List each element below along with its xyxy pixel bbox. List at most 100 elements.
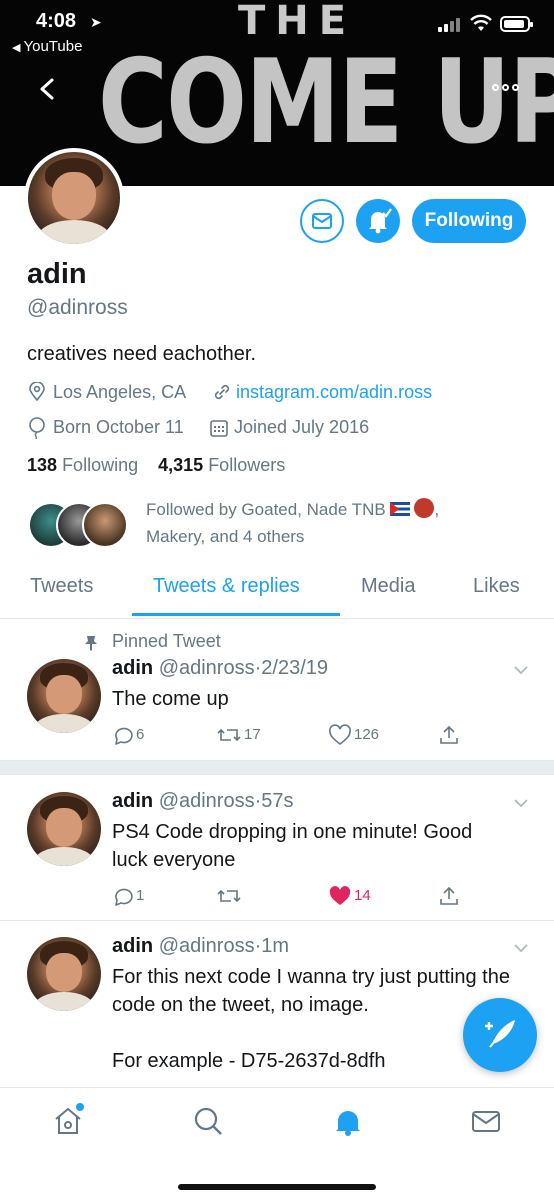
heart-icon (329, 724, 351, 746)
birthday-balloon-icon (29, 417, 45, 439)
location-pin-icon (29, 382, 45, 402)
following-link[interactable]: 138 Following (27, 455, 138, 475)
tweet-author-name: adin (112, 657, 154, 679)
followed-by-text[interactable]: Followed by Goated, Nade TNB , Makery, a… (146, 496, 496, 550)
notifications-icon[interactable] (332, 1105, 364, 1137)
tweet-item[interactable]: Pinned Tweet adin @adinross·2/23/19 The … (0, 619, 554, 760)
battery-icon (500, 16, 533, 32)
status-time: 4:08 (36, 10, 77, 32)
back-to-app-link[interactable]: ◀ YouTube (12, 38, 82, 55)
more-icon[interactable] (492, 78, 522, 98)
retweet-button[interactable] (216, 884, 244, 908)
tweet-actions: 1 14 (112, 884, 472, 908)
website-link-text[interactable]: instagram.com/adin.ross (236, 382, 432, 402)
tweet-author-handle: @adinross (158, 790, 255, 812)
back-app-label: YouTube (23, 38, 83, 55)
bell-check-icon (369, 208, 392, 234)
tweet-author-handle: @adinross (158, 935, 255, 957)
chevron-down-icon[interactable] (512, 661, 530, 679)
like-button[interactable]: 126 (328, 723, 379, 747)
share-icon (440, 886, 458, 905)
follow-counts: 138 Following 4,315 Followers (27, 455, 285, 476)
oni-mask-icon (414, 498, 435, 518)
tweet-text: For this next code I wanna try just putt… (112, 966, 510, 1072)
tweet-actions: 6 17 126 (112, 723, 472, 747)
profile-joined: Joined July 2016 (234, 417, 370, 437)
following-label: Following (62, 455, 139, 475)
tweet-avatar[interactable] (27, 659, 101, 733)
reply-icon (115, 727, 133, 745)
mail-icon (312, 213, 332, 229)
retweet-icon (217, 728, 241, 742)
heart-filled-icon (329, 886, 351, 906)
reply-count: 6 (136, 726, 145, 744)
search-icon[interactable] (192, 1105, 224, 1137)
cell-signal-icon (438, 16, 464, 32)
tab-tweets[interactable]: Tweets (30, 575, 93, 598)
bottom-tab-bar (0, 1087, 554, 1200)
reply-count: 1 (136, 887, 145, 905)
profile-handle: @adinross (27, 296, 128, 319)
tweet-time: 57s (261, 790, 294, 812)
tweet-avatar[interactable] (27, 937, 101, 1011)
notifications-button[interactable] (356, 199, 400, 243)
home-indicator[interactable] (178, 1184, 376, 1190)
like-button[interactable]: 14 (328, 884, 371, 908)
followers-label: Followers (208, 455, 286, 475)
following-count: 138 (27, 455, 58, 475)
tweet-text: The come up (112, 688, 229, 710)
followed-by-line2: Makery, and 4 others (146, 527, 305, 546)
retweet-icon (217, 889, 241, 903)
reply-button[interactable]: 1 (112, 884, 144, 908)
reply-button[interactable]: 6 (112, 723, 144, 747)
tweet-header: adin @adinross·2/23/19 (112, 657, 328, 680)
retweet-count: 17 (244, 726, 261, 744)
like-count: 14 (354, 887, 371, 905)
follower-avatar (82, 502, 128, 548)
following-button[interactable]: Following (412, 199, 526, 243)
compose-tweet-button[interactable] (463, 998, 537, 1072)
profile-location: Los Angeles, CA (53, 382, 187, 402)
chevron-down-icon[interactable] (512, 939, 530, 957)
tab-media[interactable]: Media (361, 575, 415, 598)
tab-tweets-replies[interactable]: Tweets & replies (153, 575, 300, 598)
active-tab-indicator (132, 613, 340, 616)
share-button[interactable] (438, 723, 460, 747)
share-button[interactable] (438, 884, 460, 908)
compose-icon (485, 1020, 515, 1048)
profile-tabs: Tweets Tweets & replies Media Likes (0, 563, 554, 619)
back-chevron-icon[interactable] (36, 72, 60, 106)
reply-icon (115, 888, 133, 906)
tweet-author-name: adin (112, 935, 154, 957)
tweet-header: adin @adinross·57s (112, 790, 294, 813)
calendar-icon (210, 420, 228, 437)
profile-avatar[interactable] (24, 148, 124, 248)
followers-link[interactable]: 4,315 Followers (158, 455, 285, 475)
cuba-flag-icon (390, 502, 411, 516)
section-divider (0, 760, 554, 775)
followed-by-line1-end: , (434, 500, 440, 519)
profile-bio: creatives need eachother. (27, 343, 257, 365)
tweet-avatar[interactable] (27, 792, 101, 866)
profile-birthday: Born October 11 (53, 417, 184, 437)
tweet-item[interactable]: adin @adinross·57s PS4 Code dropping in … (0, 776, 554, 921)
tweet-author-handle: @adinross (158, 657, 255, 679)
messages-icon[interactable] (470, 1105, 502, 1137)
pinned-label: Pinned Tweet (112, 631, 221, 651)
back-triangle-icon: ◀ (12, 42, 21, 54)
wifi-icon (470, 14, 492, 31)
tweet-author-name: adin (112, 790, 154, 812)
followed-by-line1: Followed by Goated, Nade TNB (146, 500, 386, 519)
like-count: 126 (354, 726, 380, 744)
message-button[interactable] (300, 199, 344, 243)
retweet-button[interactable]: 17 (216, 723, 261, 747)
chevron-down-icon[interactable] (512, 794, 530, 812)
followed-by-avatars[interactable] (28, 502, 128, 550)
share-icon (440, 725, 458, 744)
tweet-header: adin @adinross·1m (112, 935, 289, 958)
status-bar: 4:08 ➤ ◀ YouTube (0, 0, 554, 60)
pin-icon (85, 636, 97, 651)
tab-likes[interactable]: Likes (473, 575, 520, 598)
tweet-text: PS4 Code dropping in one minute! Good lu… (112, 821, 473, 871)
profile-website-link[interactable]: instagram.com/adin.ross (236, 382, 432, 403)
